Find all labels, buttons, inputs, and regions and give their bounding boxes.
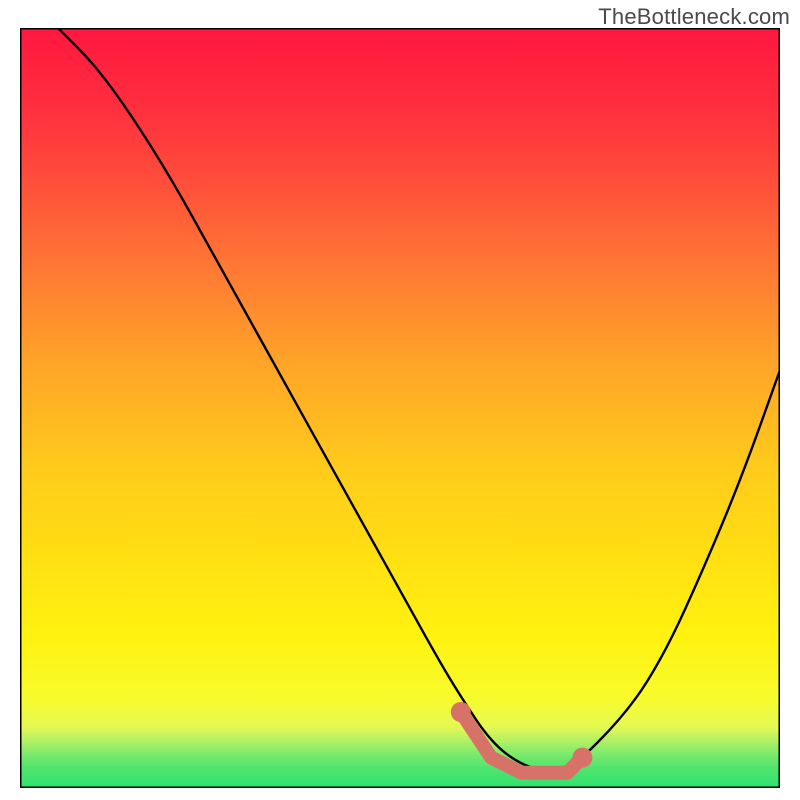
chart-stage: TheBottleneck.com bbox=[0, 0, 800, 800]
gradient-background bbox=[20, 28, 780, 788]
chart-frame bbox=[20, 28, 780, 788]
chart-svg bbox=[20, 28, 780, 788]
watermark-text: TheBottleneck.com bbox=[598, 4, 790, 30]
optimal-zone-endpoint bbox=[572, 748, 592, 768]
optimal-zone-endpoint bbox=[451, 702, 471, 722]
